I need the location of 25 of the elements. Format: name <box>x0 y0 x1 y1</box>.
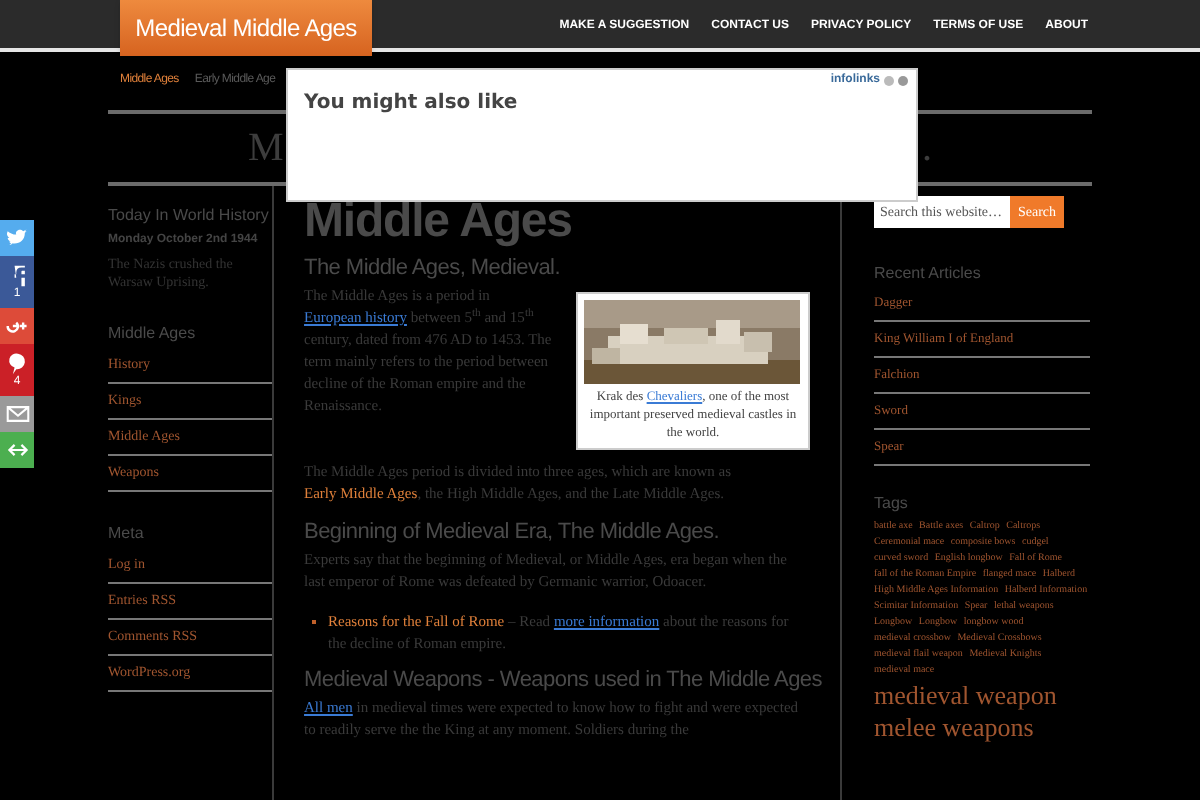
mail-icon <box>5 402 29 426</box>
share-icon <box>5 438 29 462</box>
widget-title: Meta <box>108 524 146 544</box>
banner-title: . <box>922 124 932 174</box>
close-icon[interactable] <box>898 76 908 86</box>
share-button[interactable] <box>0 432 34 468</box>
twitter-icon <box>5 226 29 250</box>
section-heading: Medieval Weapons - Weapons used in The Middle Ages <box>304 668 822 694</box>
share-button[interactable] <box>0 396 34 432</box>
info-icon[interactable] <box>884 76 894 86</box>
banner-title: M <box>248 124 284 174</box>
tag-link[interactable]: medieval weapon <box>874 680 1057 710</box>
share-button[interactable] <box>0 308 34 344</box>
widget-title: Recent Articles <box>874 264 981 284</box>
site-logo[interactable]: Medieval Middle Ages <box>120 0 372 56</box>
pinterest-icon <box>5 351 29 375</box>
widget-title: Middle Ages <box>108 324 198 344</box>
tag-link[interactable]: melee weapons <box>874 712 1034 742</box>
page-heading: Middle Ages <box>304 194 572 250</box>
section-heading: The Middle Ages, Medieval. <box>304 256 560 282</box>
popup-title: You might also like <box>302 90 518 118</box>
share-button[interactable] <box>0 220 34 256</box>
widget-title: Tags <box>874 494 908 514</box>
section-heading: Beginning of Medieval Era, The Middle Ages. <box>304 520 720 546</box>
widget-title: Today In World History <box>108 206 271 226</box>
